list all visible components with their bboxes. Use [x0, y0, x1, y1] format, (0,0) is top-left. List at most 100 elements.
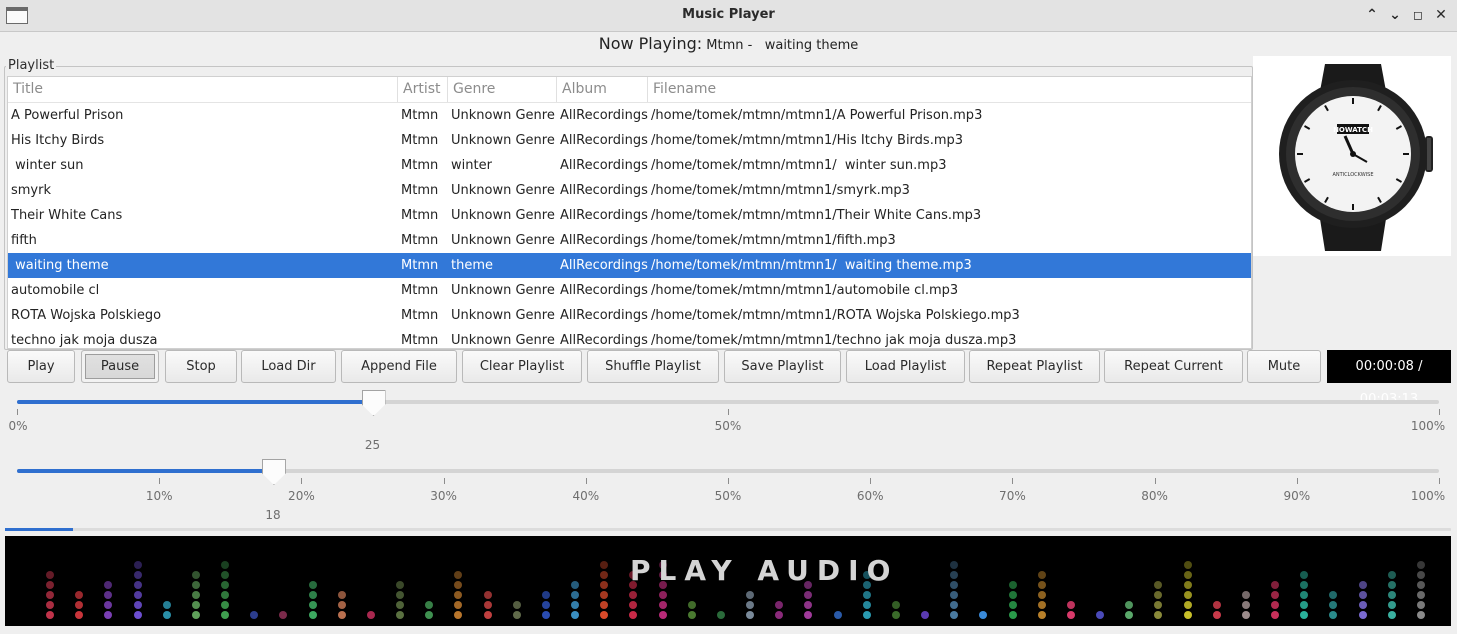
playback-progress-bar	[5, 528, 1451, 531]
visualizer-dot	[191, 571, 200, 579]
visualizer-dot	[1096, 611, 1104, 619]
table-row[interactable]: Their White Cans Mtmn Unknown Genre AllReco…	[8, 203, 1251, 228]
cell-album: AllRecordings	[560, 208, 648, 223]
cell-filename: /home/tomek/mtmn/mtmn1/ winter sun.mp3	[651, 158, 947, 173]
cell-genre: Unknown Genre	[451, 308, 555, 323]
column-header-filename[interactable]: Filename	[648, 77, 1251, 102]
table-row[interactable]: winter sun Mtmn winter AllRecordings/home/t…	[8, 153, 1251, 178]
visualizer-dot	[804, 611, 813, 619]
minimize-icon[interactable]: ⌄	[1385, 5, 1405, 25]
cell-artist: Mtmn	[401, 183, 439, 198]
volume-slider[interactable]	[17, 390, 1439, 416]
visualizer-dot	[191, 581, 200, 589]
visualizer-dot	[1387, 591, 1396, 599]
seek-tick-label: 40%	[572, 489, 600, 503]
cell-artist: Mtmn	[401, 258, 439, 273]
cell-album: AllRecordings	[560, 183, 648, 198]
cell-artist: Mtmn	[401, 233, 439, 248]
table-row[interactable]: ROTA Wojska Polskiego Mtmn Unknown Genre Al…	[8, 303, 1251, 328]
visualizer-dot	[541, 611, 550, 619]
visualizer-dot	[1154, 611, 1163, 619]
visualizer-dot	[833, 611, 842, 619]
table-row[interactable]: fifth Mtmn Unknown Genre AllRecordings/home…	[8, 228, 1251, 253]
visualizer-dot	[1125, 611, 1134, 619]
visualizer-dot	[716, 611, 725, 619]
cell-filename: /home/tomek/mtmn/mtmn1/ROTA Wojska Polsk…	[651, 308, 1020, 323]
shuffle-playlist-button[interactable]: Shuffle Playlist	[587, 350, 719, 383]
visualizer-dot	[1271, 601, 1279, 609]
mute-button[interactable]: Mute	[1247, 350, 1321, 383]
visualizer-dot	[454, 581, 463, 589]
cell-genre: Unknown Genre	[451, 183, 555, 198]
visualizer-dot	[571, 591, 579, 599]
visualizer-dot	[1300, 591, 1309, 599]
visualizer-dot	[133, 561, 142, 569]
seek-slider[interactable]	[17, 459, 1439, 485]
play-button[interactable]: Play	[7, 350, 75, 383]
volume-tick-label: 50%	[714, 419, 742, 433]
maximize-icon[interactable]: ◻	[1408, 5, 1428, 25]
seek-tick	[585, 478, 587, 484]
visualizer-dot	[396, 591, 404, 599]
visualizer-dot	[104, 601, 113, 609]
playlist-group-title: Playlist	[6, 58, 57, 73]
visualizer-dot	[687, 611, 696, 619]
cell-filename: /home/tomek/mtmn/mtmn1/automobile cl.mp3	[651, 283, 959, 298]
load-dir-button[interactable]: Load Dir	[241, 350, 336, 383]
clear-playlist-button[interactable]: Clear Playlist	[462, 350, 582, 383]
seek-tick-label: 80%	[1141, 489, 1168, 503]
close-icon[interactable]: ✕	[1431, 5, 1451, 25]
cell-filename: /home/tomek/mtmn/mtmn1/ waiting theme.mp…	[651, 258, 972, 273]
volume-slider-handle[interactable]	[361, 390, 386, 416]
visualizer-dot	[658, 591, 667, 599]
column-header-artist[interactable]: Artist	[398, 77, 448, 102]
cell-artist: Mtmn	[401, 208, 439, 223]
visualizer-dot	[1183, 601, 1192, 609]
table-row[interactable]: A Powerful Prison Mtmn Unknown Genre AllRec…	[8, 103, 1251, 128]
cell-album: AllRecordings	[560, 308, 648, 323]
repeat-playlist-button[interactable]: Repeat Playlist	[969, 350, 1100, 383]
table-row[interactable]: techno jak moja dusza Mtmn Unknown Genre Al…	[8, 328, 1251, 348]
visualizer-dot	[104, 591, 113, 599]
table-body: A Powerful Prison Mtmn Unknown Genre AllRec…	[8, 103, 1251, 348]
table-row[interactable]: His Itchy Birds Mtmn Unknown Genre AllRecor…	[8, 128, 1251, 153]
keep-above-icon[interactable]: ⌃	[1362, 5, 1382, 25]
table-row[interactable]: waiting theme Mtmn theme AllRecordings/home…	[8, 253, 1251, 278]
load-playlist-button[interactable]: Load Playlist	[846, 350, 965, 383]
visualizer-dot	[46, 581, 54, 589]
window-title: Music Player	[682, 7, 775, 22]
seek-tick-label: 60%	[856, 489, 884, 503]
append-file-button[interactable]: Append File	[341, 350, 457, 383]
table-row[interactable]: automobile cl Mtmn Unknown Genre AllRecordi…	[8, 278, 1251, 303]
column-header-album[interactable]: Album	[557, 77, 648, 102]
cell-title: Their White Cans	[11, 208, 123, 223]
visualizer-dot	[658, 601, 667, 609]
visualizer-dot	[1329, 591, 1338, 599]
seek-tick	[159, 478, 161, 484]
column-header-genre[interactable]: Genre	[448, 77, 557, 102]
visualizer-dot	[541, 591, 550, 599]
visualizer-dot	[1387, 571, 1396, 579]
table-row[interactable]: smyrk Mtmn Unknown Genre AllRecordings/home…	[8, 178, 1251, 203]
repeat-current-button[interactable]: Repeat Current	[1104, 350, 1243, 383]
visualizer-dot	[1300, 581, 1309, 589]
visualizer-dot	[308, 611, 317, 619]
now-playing-track: Mtmn - waiting theme	[702, 38, 859, 53]
visualizer-dot	[1416, 561, 1425, 569]
visualizer-dot	[541, 601, 550, 609]
stop-button[interactable]: Stop	[165, 350, 237, 383]
save-playlist-button[interactable]: Save Playlist	[724, 350, 841, 383]
column-header-title[interactable]: Title	[8, 77, 398, 102]
seek-tick	[301, 478, 303, 484]
visualizer-dot	[891, 611, 900, 619]
cell-album: AllRecordings	[560, 333, 648, 348]
seek-slider-handle[interactable]	[261, 459, 286, 485]
time-display: 00:00:08 / 00:03:13	[1327, 350, 1451, 407]
playlist-table[interactable]: Title Artist Genre Album Filename A Powe…	[7, 76, 1252, 349]
cell-title: techno jak moja dusza	[11, 333, 158, 348]
cell-filename: /home/tomek/mtmn/mtmn1/techno jak moja d…	[651, 333, 1017, 348]
seek-tick	[1154, 478, 1156, 484]
visualizer-dot	[221, 581, 229, 589]
visualizer-dot	[1416, 591, 1425, 599]
pause-button[interactable]: Pause	[81, 350, 159, 383]
